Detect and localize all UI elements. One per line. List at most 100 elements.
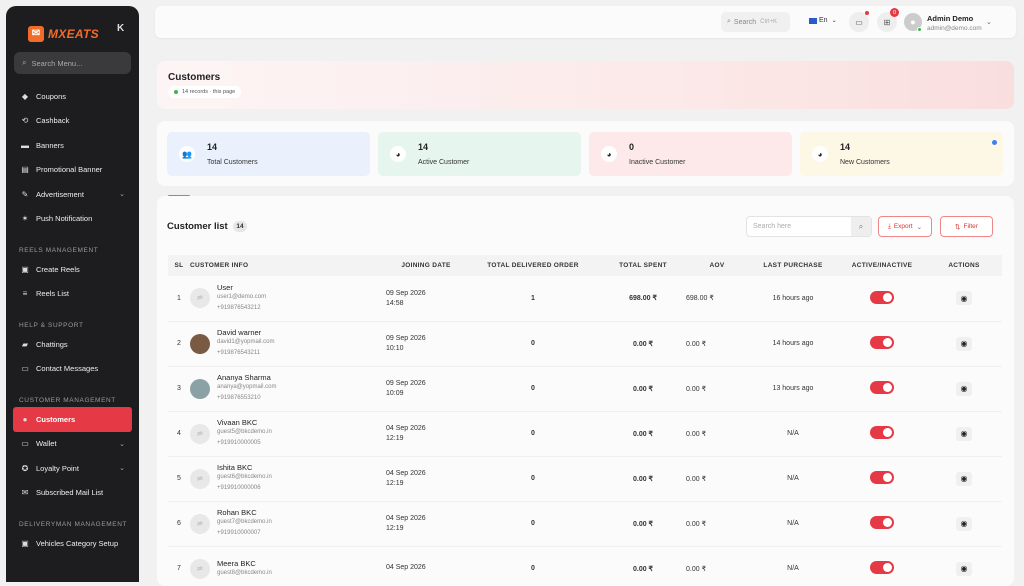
stat-icon: 👥: [179, 146, 195, 162]
eye-icon[interactable]: ◉: [956, 561, 972, 576]
table-row[interactable]: 5 pit Ishita BKC guest6@bkcdemo.in +91991000…: [168, 456, 1002, 502]
eye-icon[interactable]: ◉: [956, 291, 972, 306]
chevron-down-icon[interactable]: ⌄: [986, 18, 992, 26]
customer-name[interactable]: David warner: [217, 328, 274, 337]
avatar: [190, 333, 210, 354]
row-sl: 2: [168, 321, 190, 367]
global-search-button[interactable]: ⌕ Search Ctrl+K: [721, 12, 790, 32]
sidebar-item-advertisement[interactable]: ✎ Advertisement ⌄: [6, 182, 139, 207]
joining-date: 09 Sep 2026 10:10: [386, 321, 466, 367]
delivered-orders: 0: [466, 501, 600, 547]
table-row[interactable]: 2 David warner david1@yopmail.com +91987654…: [168, 321, 1002, 367]
customer-info[interactable]: Ananya Sharma ananya@yopmail.com +91987655…: [190, 366, 386, 412]
language-selector[interactable]: En ⌄: [809, 17, 837, 24]
stat-icon: ◕: [390, 146, 406, 162]
sidebar-item-subscribed-mail-list[interactable]: ✉ Subscribed Mail List: [6, 481, 139, 506]
table-row[interactable]: 4 pit Vivaan BKC guest5@bkcdemo.in +91991000…: [168, 411, 1002, 457]
eye-icon[interactable]: ◉: [956, 471, 972, 486]
table-row[interactable]: 1 pit User user1@demo.com +919876543212 09 Se…: [168, 276, 1002, 322]
cart-button[interactable]: ⊞ 0: [877, 8, 899, 32]
cart-icon: ⊞: [883, 17, 891, 27]
status-cell: [838, 321, 926, 367]
sidebar-item-promotional-banner[interactable]: ▤ Promotional Banner: [6, 158, 139, 183]
stat-label: Active Customer: [418, 159, 470, 166]
customer-email: guest8@bkcdemo.in: [217, 569, 272, 576]
last-purchase: 16 hours ago: [748, 276, 838, 322]
table-row[interactable]: 7 pit Meera BKC guest8@bkcdemo.in 04 Sep 202…: [168, 546, 1002, 586]
customer-info[interactable]: pit Meera BKC guest8@bkcdemo.in: [190, 546, 386, 586]
customer-phone: +919876543212: [217, 304, 261, 311]
customer-name[interactable]: Meera BKC: [217, 559, 272, 568]
sidebar-item-banners[interactable]: ▬ Banners: [6, 133, 139, 158]
sidebar-item-wallet[interactable]: ▭ Wallet ⌄: [6, 432, 139, 457]
list-icon: ≡: [22, 289, 28, 299]
sidebar-item-reels-list[interactable]: ≡ Reels List: [6, 282, 139, 307]
filter-button[interactable]: ⇅ Filter: [940, 216, 993, 237]
join-time: 14:58: [386, 299, 404, 307]
customer-name[interactable]: Ananya Sharma: [217, 373, 276, 382]
eye-icon[interactable]: ◉: [956, 426, 972, 441]
customer-info[interactable]: pit Ishita BKC guest6@bkcdemo.in +919910000…: [190, 456, 386, 502]
sidebar-item-coupons[interactable]: ◆ Coupons: [6, 84, 139, 109]
customer-name[interactable]: User: [217, 283, 266, 292]
active-toggle[interactable]: [870, 426, 894, 439]
active-toggle[interactable]: [870, 336, 894, 349]
eye-icon[interactable]: ◉: [956, 381, 972, 396]
sidebar-item-customers[interactable]: ● Customers: [13, 407, 132, 432]
customer-phone: +919910000007: [217, 530, 261, 536]
column-header: TOTAL SPENT: [600, 255, 686, 276]
active-toggle[interactable]: [870, 471, 894, 484]
row-sl: 6: [168, 501, 190, 547]
active-toggle[interactable]: [870, 381, 894, 394]
sidebar-item-vehicles-category-setup[interactable]: ▣ Vehicles Category Setup: [6, 531, 139, 556]
stat-card-total-customers[interactable]: 👥 14 Total Customers: [167, 132, 370, 176]
customer-name[interactable]: Vivaan BKC: [217, 418, 272, 427]
admin-name[interactable]: Admin Demo: [927, 14, 973, 23]
column-header: AOV: [686, 255, 748, 276]
active-toggle[interactable]: [870, 290, 894, 304]
customer-name[interactable]: Ishita BKC: [217, 463, 272, 472]
table-row[interactable]: 6 pit Rohan BKC guest7@bkcdemo.in +919910000…: [168, 501, 1002, 547]
export-button[interactable]: ⤓ Export ⌄: [878, 216, 932, 237]
sidebar-item-label: Create Reels: [36, 264, 80, 274]
section-customer-management: CUSTOMER MANAGEMENT: [19, 397, 116, 404]
logo-icon: ✉: [28, 25, 44, 42]
collapse-sidebar-button[interactable]: K: [117, 23, 124, 34]
customer-count-badge: 14: [233, 221, 247, 232]
customer-info[interactable]: pit Rohan BKC guest7@bkcdemo.in +9199100000…: [190, 501, 386, 547]
active-toggle[interactable]: [870, 561, 894, 574]
sidebar-item-create-reels[interactable]: ▣ Create Reels: [6, 257, 139, 282]
download-icon: ⤓: [887, 222, 891, 230]
search-icon: ⌕: [727, 18, 731, 25]
sidebar-item-loyalty-point[interactable]: ✪ Loyalty Point ⌄: [6, 456, 139, 481]
sidebar-item-push-notification[interactable]: ✶ Push Notification: [6, 207, 139, 232]
customer-info[interactable]: pit User user1@demo.com +919876543212: [190, 276, 386, 322]
customer-search-input[interactable]: Search here ⌕: [746, 216, 872, 237]
join-time: 12:19: [386, 525, 404, 532]
customer-info[interactable]: David warner david1@yopmail.com +919876543…: [190, 321, 386, 367]
messages-button[interactable]: ▭: [849, 11, 869, 32]
sidebar-search-input[interactable]: ⌕ Search Menu...: [14, 52, 131, 74]
sidebar-item-contact-messages[interactable]: ▭ Contact Messages: [6, 357, 139, 382]
stat-card-inactive-customer[interactable]: ◕ 0 Inactive Customer: [589, 132, 792, 176]
join-date: 04 Sep 2026: [386, 515, 426, 522]
sidebar-item-chattings[interactable]: ▰ Chattings: [6, 332, 139, 357]
customer-name[interactable]: Rohan BKC: [217, 508, 272, 517]
search-icon[interactable]: ⌕: [851, 217, 871, 236]
status-cell: [838, 546, 926, 586]
stat-card-new-customers[interactable]: ◕ 14 New Customers: [800, 132, 1003, 176]
cashback-icon: ⟲: [21, 116, 29, 126]
eye-icon[interactable]: ◉: [956, 336, 972, 351]
language-label: En: [819, 17, 828, 24]
stat-icon: ◕: [812, 146, 828, 162]
column-header: LAST PURCHASE: [748, 255, 838, 276]
eye-icon[interactable]: ◉: [956, 516, 972, 531]
active-toggle[interactable]: [870, 516, 894, 529]
stat-card-active-customer[interactable]: ◕ 14 Active Customer: [378, 132, 581, 176]
sidebar-item-cashback[interactable]: ⟲ Cashback: [6, 109, 139, 134]
customer-info[interactable]: pit Vivaan BKC guest5@bkcdemo.in +919910000…: [190, 411, 386, 457]
aov: 0.00 ₹: [686, 366, 748, 412]
table-row[interactable]: 3 Ananya Sharma ananya@yopmail.com +9198765…: [168, 366, 1002, 412]
row-sl: 1: [168, 276, 190, 322]
row-sl: 3: [168, 366, 190, 412]
